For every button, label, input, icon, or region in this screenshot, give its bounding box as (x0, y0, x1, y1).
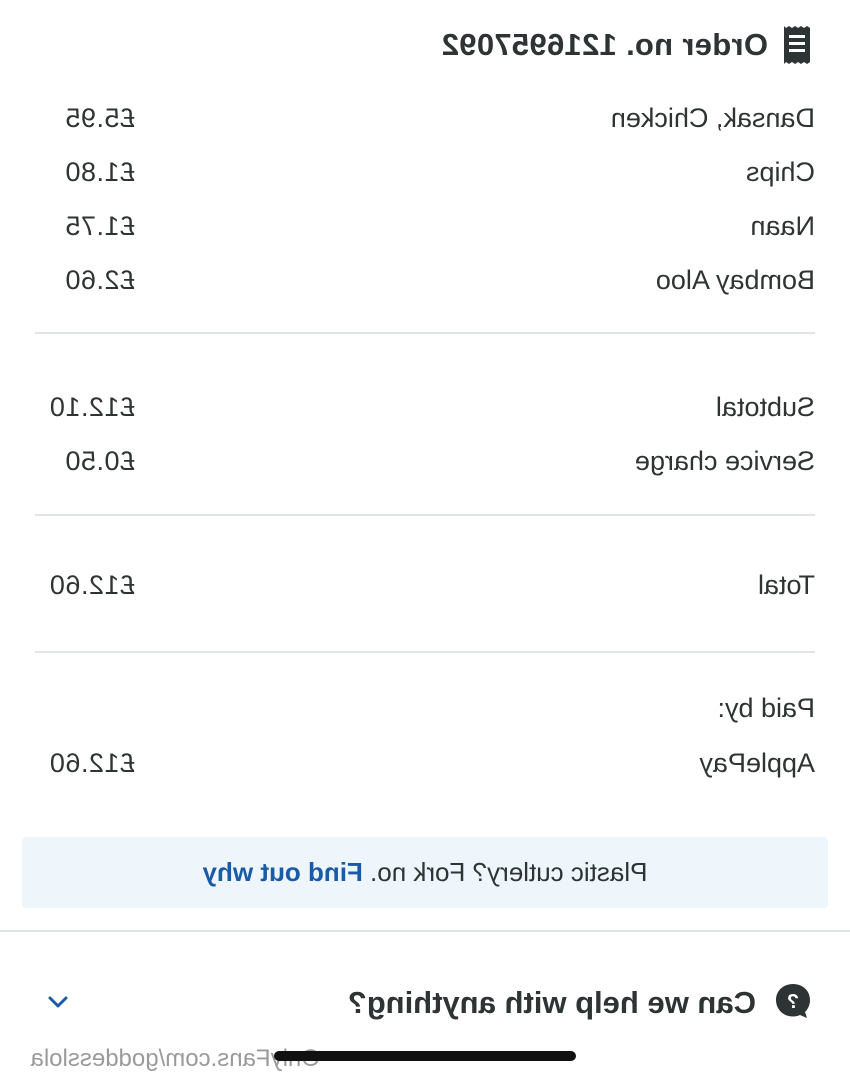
divider (35, 332, 815, 334)
watermark: OnlyFans.com/goddesslola (30, 1045, 320, 1072)
subtotal-row: Subtotal £12.10 (35, 387, 815, 427)
paid-by-label: Paid by: (717, 693, 815, 723)
item-name: Dansak, Chicken (610, 103, 815, 133)
item-price: £2.60 (64, 265, 135, 295)
total-row: Total £12.60 (35, 565, 815, 605)
divider (35, 514, 815, 516)
payment-method-row: ApplePay £12.60 (35, 743, 815, 783)
svg-text:?: ? (787, 991, 799, 1013)
help-section-toggle[interactable]: ? Can we help with anything? (38, 978, 812, 1028)
order-receipt-screen: Order no. 1216957092 Dansak, Chicken £5.… (0, 0, 850, 1080)
question-bubble-icon: ? (776, 984, 810, 1018)
paid-by-row: Paid by: (35, 688, 815, 728)
item-price: £5.95 (64, 103, 135, 133)
divider (35, 651, 815, 653)
service-charge-value: £0.50 (64, 446, 135, 476)
cutlery-banner: Plastic cutlery? Fork no. Find out why (22, 837, 828, 908)
item-name: Bombay Aloo (655, 265, 815, 295)
section-divider (0, 930, 850, 932)
item-name: Chips (745, 157, 815, 187)
subtotal-value: £12.10 (49, 392, 135, 422)
item-price: £1.75 (64, 211, 135, 241)
chevron-down-icon[interactable] (46, 990, 70, 1014)
payment-amount: £12.60 (49, 748, 135, 778)
receipt-icon (784, 26, 810, 64)
order-header: Order no. 1216957092 (441, 22, 812, 68)
item-price: £1.80 (64, 157, 135, 187)
line-item: Dansak, Chicken £5.95 (35, 98, 815, 138)
payment-method: ApplePay (699, 748, 815, 778)
service-charge-row: Service charge £0.50 (35, 441, 815, 481)
total-label: Total (757, 570, 815, 600)
order-title: Order no. 1216957092 (441, 27, 768, 62)
subtotal-label: Subtotal (715, 392, 815, 422)
item-name: Naan (750, 211, 815, 241)
cutlery-banner-text: Plastic cutlery? Fork no. (362, 857, 648, 887)
home-indicator[interactable] (274, 1051, 576, 1061)
line-item: Chips £1.80 (35, 152, 815, 192)
service-charge-label: Service charge (634, 446, 815, 476)
total-value: £12.60 (49, 570, 135, 600)
line-item: Naan £1.75 (35, 206, 815, 246)
find-out-why-link[interactable]: Find out why (203, 857, 363, 887)
help-label: Can we help with anything? (347, 985, 756, 1020)
line-item: Bombay Aloo £2.60 (35, 260, 815, 300)
